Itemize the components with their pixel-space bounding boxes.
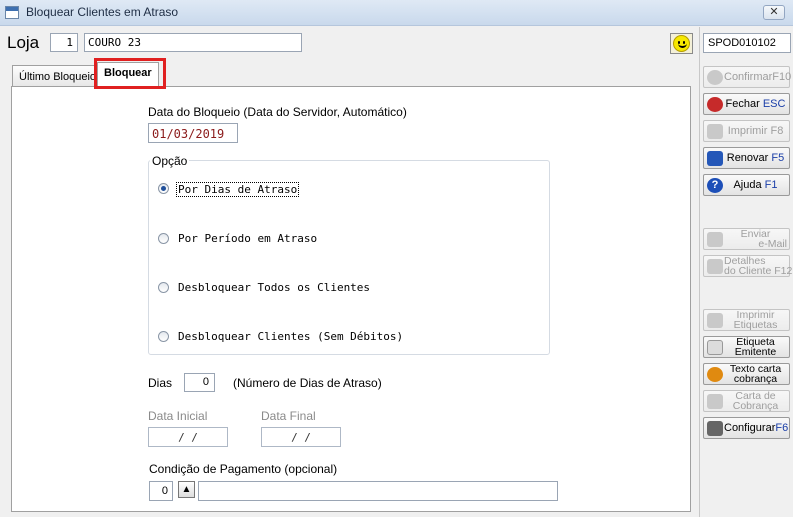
- loja-label: Loja: [7, 33, 40, 52]
- data-inicial-label: Data Inicial: [148, 409, 208, 423]
- data-final-label: Data Final: [261, 409, 316, 423]
- fechar-label: Fechar: [725, 98, 760, 110]
- etiqueta-label-2: Emitente: [734, 346, 777, 358]
- texto-carta-label-2: cobrança: [733, 373, 778, 385]
- radio-desbloquear-todos-label[interactable]: Desbloquear Todos os Clientes: [178, 281, 370, 294]
- radio-desbloquear-sem-debitos-label[interactable]: Desbloquear Clientes (Sem Débitos): [178, 330, 403, 343]
- condicao-code-field[interactable]: 0: [149, 481, 173, 501]
- condicao-label: Condição de Pagamento (opcional): [149, 462, 338, 476]
- imprimir-etiquetas-label-2: Etiquetas: [733, 319, 778, 331]
- confirmar-button[interactable]: ConfirmarF10: [703, 66, 792, 88]
- enviar-label-2: e-Mail: [758, 238, 787, 250]
- close-icon: [707, 97, 723, 112]
- tab-highlight-box: [94, 58, 166, 89]
- condicao-description-field[interactable]: [198, 481, 558, 501]
- enviar-email-button[interactable]: Enviar e-Mail: [703, 228, 790, 250]
- label-printer-icon: [707, 313, 723, 328]
- radio-por-dias[interactable]: [158, 183, 169, 194]
- renovar-button[interactable]: Renovar F5: [703, 147, 790, 169]
- data-final-field[interactable]: / /: [261, 427, 341, 447]
- ajuda-button[interactable]: ? Ajuda F1: [703, 174, 790, 196]
- etiqueta-emitente-button[interactable]: Etiqueta Emitente: [703, 336, 790, 358]
- texto-carta-cobranca-button[interactable]: Texto carta cobrança: [703, 363, 790, 385]
- email-icon: [707, 232, 723, 247]
- configurar-key: F6: [775, 422, 789, 434]
- loja-number-field[interactable]: 1: [50, 33, 78, 52]
- opcao-group-title: Opção: [150, 154, 190, 168]
- radio-desbloquear-todos[interactable]: [158, 282, 169, 293]
- configurar-label: Configurar: [724, 422, 776, 434]
- radio-por-periodo[interactable]: [158, 233, 169, 244]
- smiley-button[interactable]: [670, 33, 693, 54]
- renovar-key: F5: [771, 152, 785, 164]
- ajuda-key: F1: [764, 179, 778, 191]
- carta-cobranca-button[interactable]: Carta de Cobrança: [703, 390, 790, 412]
- confirmar-key: F10: [772, 71, 792, 83]
- printer-icon: [707, 124, 723, 139]
- carta-label-2: Cobrança: [732, 400, 779, 412]
- letter-icon: [707, 394, 723, 409]
- loja-name-field[interactable]: COURO 23: [84, 33, 302, 52]
- fechar-key: ESC: [762, 98, 786, 110]
- window-title: Bloquear Clientes em Atraso: [26, 5, 179, 19]
- detalhes-label-2: do Cliente: [724, 265, 772, 277]
- data-inicial-field[interactable]: / /: [148, 427, 228, 447]
- detalhes-key: F12: [774, 265, 793, 277]
- block-date-field[interactable]: 01/03/2019: [148, 123, 238, 143]
- help-icon: ?: [707, 178, 723, 193]
- condicao-lookup-button[interactable]: ▲: [178, 481, 195, 498]
- confirm-icon: [707, 70, 723, 85]
- imprimir-button[interactable]: Imprimir F8: [703, 120, 790, 142]
- dias-label: Dias: [148, 376, 173, 390]
- smiley-icon: [673, 35, 690, 52]
- user-icon: [707, 259, 723, 274]
- radio-desbloquear-sem-debitos[interactable]: [158, 331, 169, 342]
- imprimir-etiquetas-button[interactable]: Imprimir Etiquetas: [703, 309, 790, 331]
- fechar-button[interactable]: Fechar ESC: [703, 93, 790, 115]
- label-icon: [707, 340, 723, 355]
- confirmar-label: Confirmar: [724, 71, 773, 83]
- configurar-button[interactable]: ConfigurarF6: [703, 417, 790, 439]
- renovar-label: Renovar: [726, 152, 769, 164]
- arrow-up-icon: ▲: [181, 484, 192, 495]
- ajuda-label: Ajuda: [733, 179, 762, 191]
- date-label: Data do Bloqueio (Data do Servidor, Auto…: [148, 105, 407, 119]
- refresh-icon: [707, 151, 723, 166]
- close-button[interactable]: ✕: [763, 5, 785, 20]
- app-window-icon: [5, 6, 19, 19]
- money-icon: [707, 367, 723, 382]
- tools-icon: [707, 421, 723, 436]
- tab-ultimo-bloqueio[interactable]: Último Bloqueio: [12, 65, 104, 87]
- detalhes-cliente-button[interactable]: Detalhes do Cliente F12: [703, 255, 793, 277]
- radio-por-periodo-label[interactable]: Por Período em Atraso: [178, 232, 317, 245]
- dias-field[interactable]: 0: [184, 373, 215, 392]
- imprimir-label: Imprimir: [727, 125, 768, 137]
- dias-hint: (Número de Dias de Atraso): [233, 376, 382, 390]
- imprimir-key: F8: [770, 125, 784, 137]
- radio-por-dias-label[interactable]: Por Dias de Atraso: [176, 182, 300, 197]
